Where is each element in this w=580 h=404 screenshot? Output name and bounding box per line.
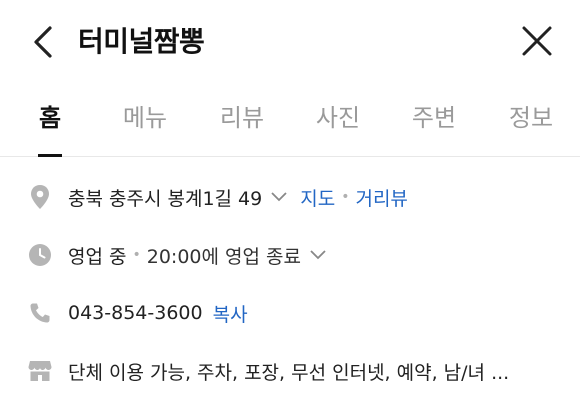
clock-icon (28, 243, 52, 267)
copy-phone-button[interactable]: 복사 (213, 300, 248, 327)
close-button[interactable] (520, 24, 554, 58)
header: 터미널짬뽕 (0, 0, 580, 84)
open-status: 영업 중 (68, 245, 127, 268)
back-button[interactable] (28, 22, 60, 62)
phone-icon (28, 301, 52, 325)
location-pin-icon (28, 185, 52, 209)
tab-photos[interactable]: 사진 (316, 98, 360, 133)
map-link[interactable]: 지도 (300, 184, 335, 211)
address-text[interactable]: 충북 충주시 봉계1길 49 (68, 184, 262, 211)
close-icon (522, 26, 552, 56)
amenities-text: 단체 이용 가능, 주차, 포장, 무선 인터넷, 예약, 남/녀 ... (68, 361, 510, 384)
phone-row: 043-854-3600 복사 (0, 293, 580, 333)
tab-reviews[interactable]: 리뷰 (220, 98, 264, 133)
tab-home[interactable]: 홈 (39, 98, 61, 133)
tab-bar: 홈 메뉴 리뷰 사진 주변 정보 (0, 84, 580, 157)
page-title: 터미널짬뽕 (78, 25, 205, 58)
closing-time[interactable]: 20:00에 영업 종료 (147, 242, 301, 269)
chevron-down-icon[interactable] (270, 191, 288, 203)
active-tab-indicator (38, 154, 62, 157)
back-arrow-icon (34, 26, 52, 58)
tab-menu[interactable]: 메뉴 (123, 98, 167, 133)
hours-row: 영업 중 • 20:00에 영업 종료 (0, 235, 580, 275)
separator-dot: • (341, 189, 350, 205)
address-row: 충북 충주시 봉계1길 49 지도 • 거리뷰 (0, 177, 580, 217)
tab-info[interactable]: 정보 (509, 98, 553, 133)
chevron-down-icon[interactable] (309, 249, 327, 261)
amenities-row[interactable]: 단체 이용 가능, 주차, 포장, 무선 인터넷, 예약, 남/녀 ... (0, 351, 580, 391)
store-icon (28, 359, 52, 383)
street-view-link[interactable]: 거리뷰 (355, 184, 407, 211)
phone-number[interactable]: 043-854-3600 (68, 302, 203, 324)
separator-dot: • (132, 247, 141, 263)
tab-nearby[interactable]: 주변 (412, 98, 456, 133)
